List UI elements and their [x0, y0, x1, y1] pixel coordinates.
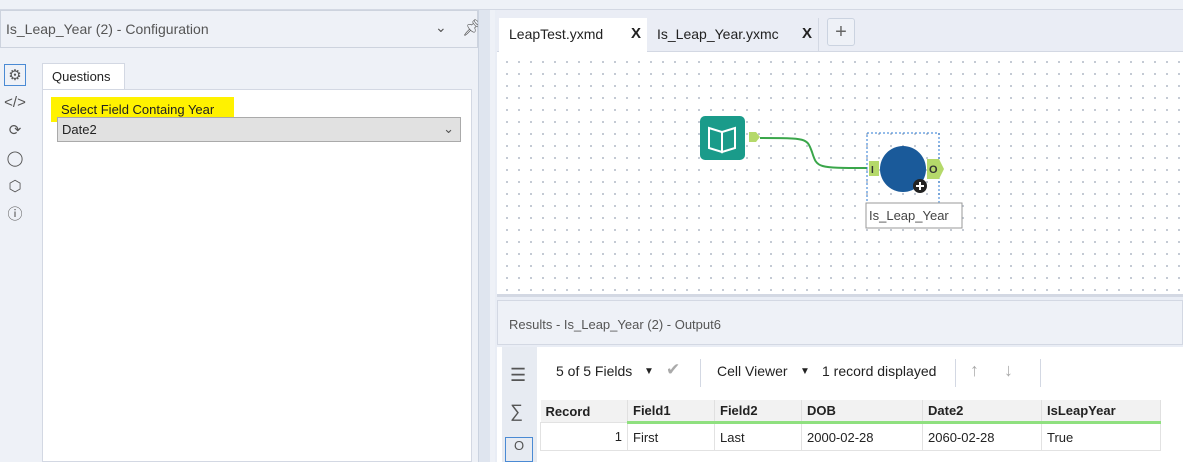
tab-leaptest[interactable]: LeapTest.yxmd X	[499, 18, 647, 52]
tab-questions[interactable]: Questions	[42, 63, 125, 90]
cell[interactable]: First	[627, 422, 715, 451]
gear-icon[interactable]: ⚙	[4, 64, 26, 86]
cell[interactable]: Last	[714, 422, 802, 451]
workflow-canvas[interactable]: I O Is_Leap_Year	[497, 52, 1183, 297]
cell[interactable]: 2000-02-28	[801, 422, 923, 451]
questions-panel: Select Field Containg Year Date2 ⌄	[42, 89, 472, 462]
check-icon[interactable]: ✔	[666, 360, 680, 380]
input-icon[interactable]: ∑	[510, 401, 523, 422]
connection-icon[interactable]: ⟳	[4, 120, 26, 142]
workflow-area: LeapTest.yxmd X Is_Leap_Year.yxmc X + I O …	[497, 10, 1183, 462]
chevron-down-icon: ⌄	[443, 121, 454, 136]
column-header[interactable]: Date2	[922, 400, 1042, 424]
input-anchor-label: I	[871, 165, 874, 176]
results-table: Record Field1 Field2 DOB Date2 IsLeapYea…	[540, 400, 1161, 451]
results-title: Results - Is_Leap_Year (2) - Output6	[497, 300, 1183, 345]
close-icon[interactable]: X	[631, 25, 641, 42]
column-header[interactable]: IsLeapYear	[1041, 400, 1161, 424]
table-row[interactable]: 1 First Last 2000-02-28 2060-02-28 True	[540, 422, 1161, 451]
year-field-select[interactable]: Date2 ⌄	[57, 117, 461, 142]
divider	[1040, 359, 1041, 387]
package-icon[interactable]: ⬡	[4, 176, 26, 198]
caret-down-icon[interactable]: ▼	[644, 366, 654, 377]
output-anchor-label: O	[929, 164, 938, 176]
configuration-panel: Is_Leap_Year (2) - Configuration ⌄ 📌︎ ⚙ …	[0, 10, 495, 462]
list-icon[interactable]: ☰	[510, 365, 526, 386]
results-panel: ☰ ∑ O 5 of 5 Fields ▼ ✔ Cell Viewer ▼ 1 …	[497, 347, 1183, 462]
tool-label: Is_Leap_Year	[869, 208, 949, 223]
cell-viewer-selector[interactable]: Cell Viewer	[717, 363, 788, 379]
record-count: 1 record displayed	[822, 363, 937, 379]
field-label: Select Field Containg Year	[61, 102, 215, 117]
tab-label: LeapTest.yxmd	[509, 26, 604, 42]
column-header[interactable]: DOB	[801, 400, 923, 424]
tag-icon[interactable]: ◯	[4, 148, 26, 170]
cell[interactable]: 1	[540, 422, 628, 451]
tab-label: Is_Leap_Year.yxmc	[657, 26, 779, 42]
scrollbar[interactable]	[478, 10, 490, 462]
config-title: Is_Leap_Year (2) - Configuration	[0, 10, 478, 48]
arrow-up-icon[interactable]: ↑	[970, 360, 979, 381]
chevron-down-icon[interactable]: ⌄	[435, 19, 447, 36]
divider	[700, 359, 701, 387]
arrow-down-icon[interactable]: ↓	[1004, 360, 1013, 381]
caret-down-icon[interactable]: ▼	[800, 366, 810, 377]
column-header[interactable]: Field1	[627, 400, 715, 424]
column-header[interactable]: Field2	[714, 400, 802, 424]
cell[interactable]: True	[1041, 422, 1161, 451]
add-tab-button[interactable]: +	[827, 18, 855, 46]
column-header[interactable]: Record	[540, 400, 628, 423]
help-icon[interactable]: ⓘ	[4, 204, 26, 226]
workflow-diagram: I O Is_Leap_Year	[700, 116, 963, 229]
cell[interactable]: 2060-02-28	[922, 422, 1042, 451]
divider	[955, 359, 956, 387]
top-strip	[0, 0, 1183, 10]
file-tabs: LeapTest.yxmd X Is_Leap_Year.yxmc X +	[497, 10, 1183, 52]
code-icon[interactable]: </>	[4, 92, 26, 114]
output-icon[interactable]: O	[505, 437, 533, 462]
close-icon[interactable]: X	[802, 25, 812, 42]
results-icon-strip: ☰ ∑ O	[502, 347, 537, 462]
tab-is-leap-year[interactable]: Is_Leap_Year.yxmc X	[647, 18, 819, 52]
output-anchor	[749, 132, 760, 142]
fields-selector[interactable]: 5 of 5 Fields	[556, 363, 632, 379]
select-value: Date2	[62, 122, 97, 137]
connection-line	[759, 137, 868, 169]
